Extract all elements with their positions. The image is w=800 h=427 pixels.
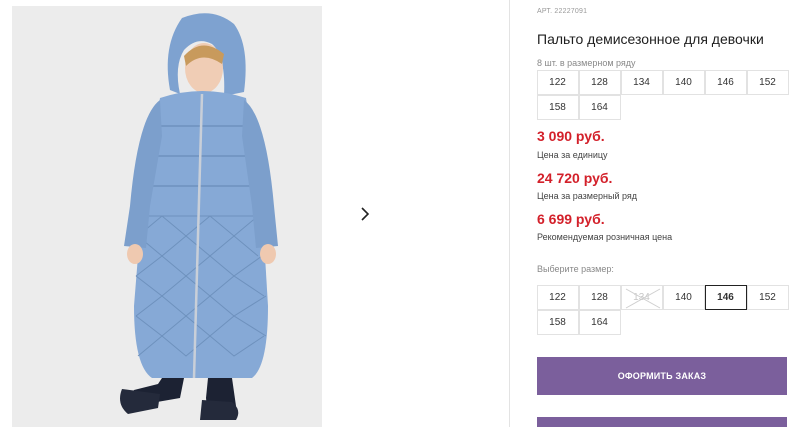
- article-number: АРТ. 22227091: [537, 8, 588, 15]
- retail-price-label: Рекомендуемая розничная цена: [537, 232, 673, 242]
- size-option[interactable]: 128: [578, 284, 621, 310]
- size-option[interactable]: 122: [536, 284, 579, 310]
- size-picker: 122 128 134 140 146 152 158 164: [536, 284, 789, 335]
- size-option[interactable]: 164: [578, 309, 621, 335]
- secondary-action-button[interactable]: [537, 417, 787, 427]
- product-info-panel: АРТ. 22227091 Пальто демисезонное для де…: [536, 0, 800, 427]
- size-option[interactable]: 158: [536, 309, 579, 335]
- size-option-unavailable: 134: [620, 284, 663, 310]
- size-option[interactable]: 140: [662, 284, 705, 310]
- size-row-cell: 146: [704, 69, 747, 95]
- size-row-cell: 122: [536, 69, 579, 95]
- size-row-cell: 158: [536, 94, 579, 120]
- size-option[interactable]: 152: [746, 284, 789, 310]
- row-price-label: Цена за размерный ряд: [537, 191, 638, 201]
- product-title: Пальто демисезонное для девочки: [537, 31, 764, 47]
- next-image-button[interactable]: [346, 195, 384, 233]
- size-row-cell: 164: [578, 94, 621, 120]
- size-option-selected[interactable]: 146: [704, 284, 747, 310]
- size-row-cell: 152: [746, 69, 789, 95]
- size-row-grid: 122 128 134 140 146 152 158 164: [536, 69, 789, 120]
- size-row-cell: 140: [662, 69, 705, 95]
- product-gallery: [0, 0, 510, 427]
- row-price: 24 720 руб.: [537, 170, 613, 186]
- retail-price: 6 699 руб.: [537, 211, 605, 227]
- choose-size-label: Выберите размер:: [537, 264, 614, 274]
- place-order-button[interactable]: ОФОРМИТЬ ЗАКАЗ: [537, 357, 787, 395]
- pack-note: 8 шт. в размерном ряду: [537, 58, 636, 68]
- size-row-cell: 134: [620, 69, 663, 95]
- unavailable-cross-icon: [625, 288, 660, 308]
- size-row-cell: 128: [578, 69, 621, 95]
- product-photo: [12, 6, 322, 427]
- unit-price: 3 090 руб.: [537, 128, 605, 144]
- chevron-right-icon: [361, 207, 370, 221]
- panel-divider: [509, 0, 510, 427]
- unit-price-label: Цена за единицу: [537, 150, 608, 160]
